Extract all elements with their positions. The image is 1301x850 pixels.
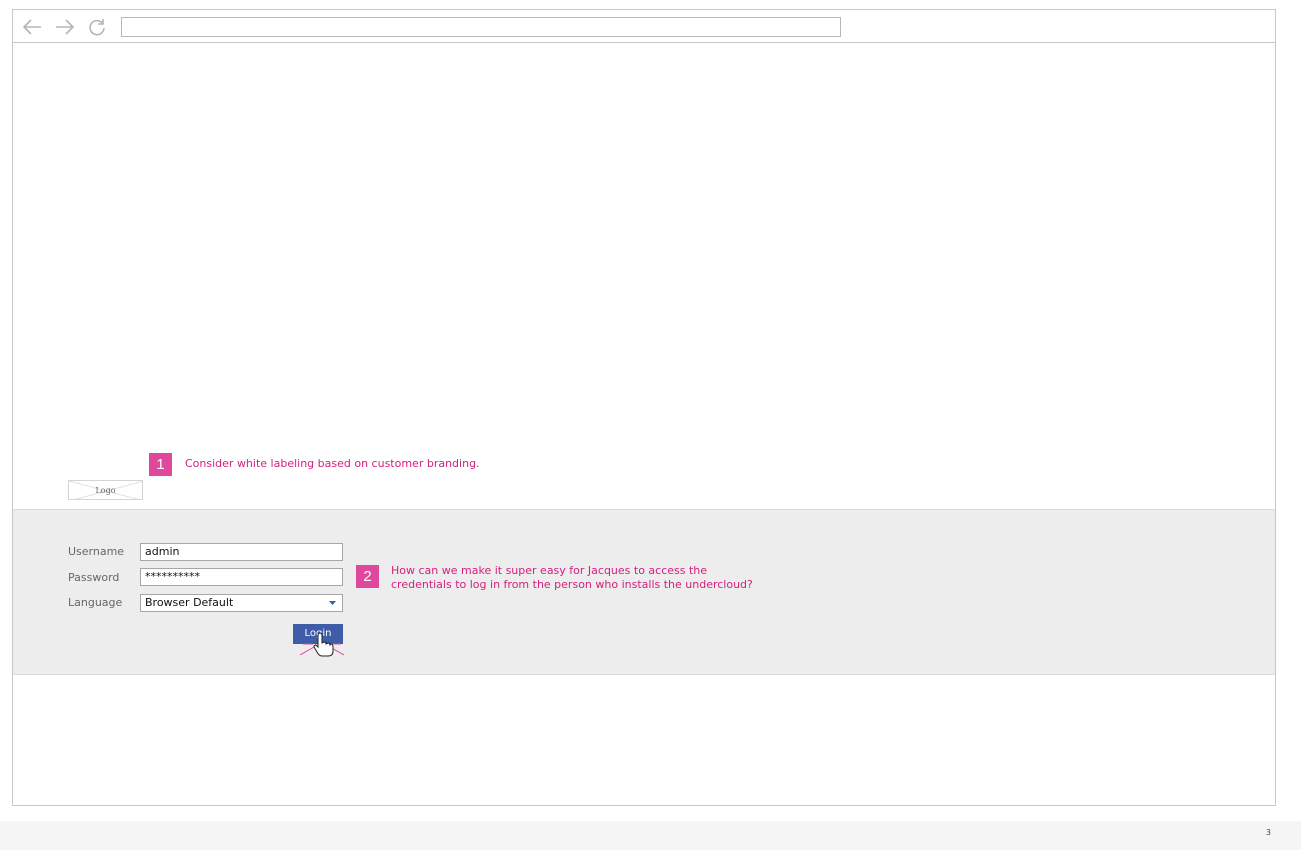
logo-placeholder: Logo: [68, 480, 143, 500]
back-arrow-icon[interactable]: [21, 16, 43, 38]
username-label: Username: [68, 545, 125, 558]
annotation-text-2-line-1: How can we make it super easy for Jacque…: [391, 564, 708, 577]
language-label: Language: [68, 596, 123, 609]
annotation-text-1: Consider white labeling based on custome…: [185, 457, 480, 470]
annotation-badge-2: 2: [356, 565, 379, 588]
annotation-text-2: How can we make it super easy for Jacque…: [391, 564, 753, 592]
language-select-value: Browser Default: [145, 596, 234, 609]
annotation-badge-1: 1: [149, 453, 172, 476]
address-bar[interactable]: [121, 17, 841, 37]
annotation-text-2-line-2: credentials to log in from the person wh…: [391, 578, 753, 591]
username-input[interactable]: admin: [140, 543, 343, 561]
logo-label: Logo: [95, 486, 116, 495]
forward-arrow-icon[interactable]: [54, 16, 76, 38]
hand-cursor-icon: [300, 632, 344, 657]
login-panel: Username admin Password ********** Langu…: [13, 509, 1275, 675]
browser-toolbar: [13, 10, 1275, 43]
slide-footer: 3: [0, 821, 1301, 850]
password-label: Password: [68, 571, 120, 584]
chevron-down-icon: [329, 601, 336, 605]
password-input[interactable]: **********: [140, 568, 343, 586]
language-select[interactable]: Browser Default: [140, 594, 343, 612]
page-number: 3: [1265, 828, 1271, 837]
reload-icon[interactable]: [86, 16, 108, 38]
browser-window: 1 Consider white labeling based on custo…: [12, 9, 1276, 806]
